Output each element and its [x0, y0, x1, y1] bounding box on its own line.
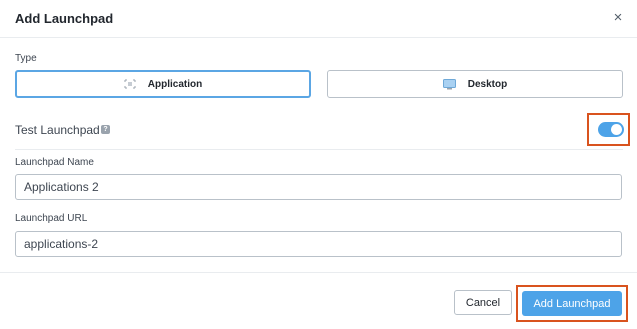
section-divider — [15, 149, 623, 150]
launchpad-name-field[interactable] — [15, 174, 622, 200]
toggle-highlight — [587, 113, 630, 146]
close-icon[interactable]: × — [608, 8, 628, 28]
type-label: Type — [15, 53, 37, 64]
help-icon[interactable]: ? — [101, 125, 110, 134]
add-launchpad-button[interactable]: Add Launchpad — [522, 291, 622, 316]
launchpad-url-field[interactable] — [15, 231, 622, 257]
type-application-button[interactable]: Application — [15, 70, 311, 98]
test-launchpad-toggle[interactable] — [598, 122, 624, 137]
application-icon — [124, 79, 136, 89]
dialog-header: Add Launchpad × — [0, 0, 637, 38]
launchpad-url-label: Launchpad URL — [15, 213, 88, 224]
type-desktop-label: Desktop — [467, 78, 508, 90]
launchpad-name-label: Launchpad Name — [15, 157, 94, 168]
test-launchpad-label: Test Launchpad — [15, 123, 100, 137]
toggle-knob — [611, 124, 622, 135]
cancel-button[interactable]: Cancel — [454, 290, 512, 315]
desktop-icon — [442, 78, 456, 90]
dialog-title: Add Launchpad — [15, 11, 114, 26]
type-desktop-button[interactable]: Desktop — [327, 70, 623, 98]
submit-highlight: Add Launchpad — [516, 285, 628, 322]
footer-divider — [0, 272, 637, 273]
type-application-label: Application — [147, 78, 203, 90]
